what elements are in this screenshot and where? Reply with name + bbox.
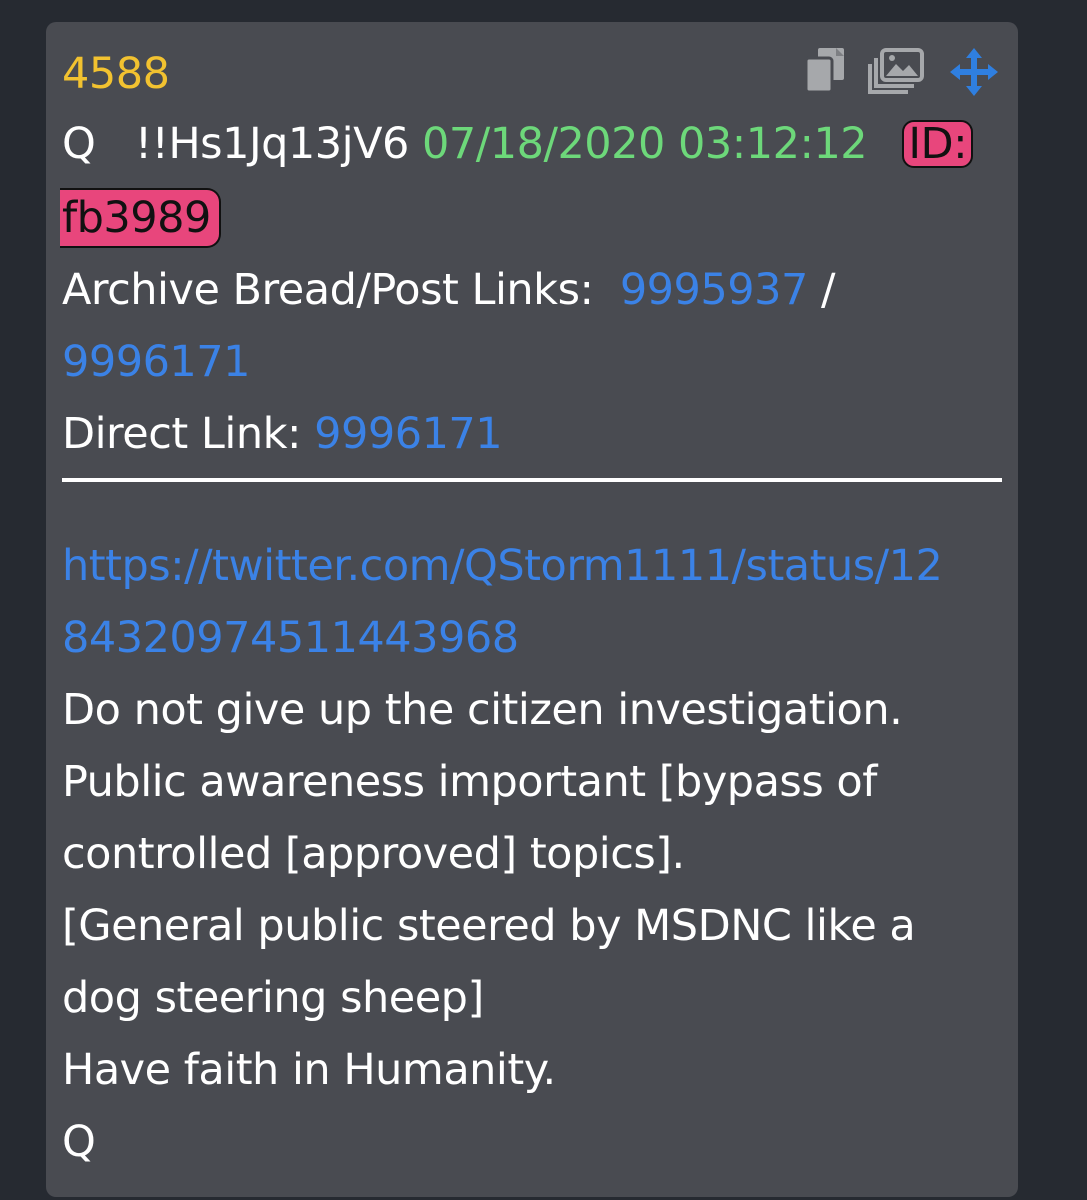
archive-post-link[interactable]: 9996171 [62, 337, 251, 387]
post-toolbar [802, 46, 1002, 96]
post-body-line: [General public steered by MSDNC like a [62, 901, 916, 951]
post-card: 4588 Q !!Hs1Jq13jV6 07/18/2020 03:12:12 … [46, 22, 1018, 1197]
archive-links-line: Archive Bread/Post Links: 9995937 / [62, 264, 836, 316]
id-badge[interactable]: ID: [902, 119, 974, 169]
post-body-line: controlled [approved] topics]. [62, 829, 685, 879]
author-name: Q [62, 119, 96, 169]
post-header-line: Q !!Hs1Jq13jV6 07/18/2020 03:12:12 ID: [62, 118, 974, 170]
post-number[interactable]: 4588 [62, 50, 170, 98]
direct-link-label: Direct Link: [62, 409, 301, 459]
id-label: ID: [908, 119, 968, 169]
archive-bread-link[interactable]: 9995937 [620, 265, 809, 315]
twitter-url-line-1[interactable]: https://twitter.com/QStorm1111/status/12 [62, 530, 943, 602]
direct-link-line: Direct Link: 9996171 [62, 408, 503, 460]
post-timestamp: 07/18/2020 03:12:12 [422, 119, 868, 169]
archive-post-line: 9996171 [62, 336, 251, 388]
post-signature: Q [62, 1117, 96, 1167]
gallery-icon[interactable] [868, 46, 926, 107]
post-body-line: Do not give up the citizen investigation… [62, 685, 903, 735]
post-body-line: Have faith in Humanity. [62, 1045, 556, 1095]
twitter-url-line-2[interactable]: 84320974511443968 [62, 602, 519, 674]
archive-separator: / [821, 265, 836, 315]
id-value-badge[interactable]: fb3989 [60, 188, 221, 248]
direct-link[interactable]: 9996171 [314, 409, 503, 459]
move-icon[interactable] [948, 46, 1000, 109]
archive-label: Archive Bread/Post Links: [62, 265, 594, 315]
post-body-line: dog steering sheep] [62, 973, 484, 1023]
post-body-line: Public awareness important [bypass of [62, 757, 877, 807]
header-divider [62, 478, 1002, 482]
copy-icon[interactable] [802, 46, 850, 107]
tripcode: !!Hs1Jq13jV6 [134, 119, 409, 169]
